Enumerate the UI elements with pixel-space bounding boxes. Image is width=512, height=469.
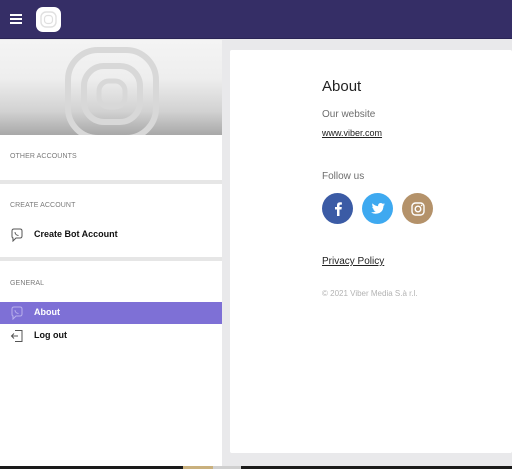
twitter-icon	[370, 202, 385, 214]
section-label-general: GENERAL	[10, 280, 45, 287]
privacy-policy-link[interactable]: Privacy Policy	[322, 256, 384, 267]
account-placeholder-icon	[65, 47, 159, 135]
page-title: About	[322, 78, 362, 95]
follow-label: Follow us	[322, 171, 365, 182]
sidebar-item-logout[interactable]: Log out	[0, 325, 222, 347]
top-bar	[0, 0, 512, 38]
instagram-button[interactable]	[402, 193, 433, 224]
sidebar-item-about[interactable]: About	[0, 302, 222, 324]
divider	[0, 257, 222, 261]
sidebar-item-label: About	[34, 307, 60, 317]
sidebar: OTHER ACCOUNTS CREATE ACCOUNT Create Bot…	[0, 40, 222, 469]
twitter-button[interactable]	[362, 193, 393, 224]
account-cover-image	[0, 40, 222, 135]
about-panel: About Our website www.viber.com Follow u…	[230, 50, 512, 453]
divider	[0, 180, 222, 184]
website-link[interactable]: www.viber.com	[322, 128, 382, 138]
account-logo-icon	[40, 11, 57, 28]
account-avatar[interactable]	[36, 7, 61, 32]
hamburger-menu-icon[interactable]	[8, 12, 24, 26]
viber-icon	[11, 306, 23, 320]
sidebar-item-label: Create Bot Account	[34, 229, 118, 239]
sidebar-item-create-bot[interactable]: Create Bot Account	[0, 224, 222, 246]
section-label-other-accounts: OTHER ACCOUNTS	[10, 153, 77, 160]
website-label: Our website	[322, 109, 376, 120]
sidebar-item-label: Log out	[34, 330, 67, 340]
facebook-icon	[334, 201, 342, 216]
instagram-icon	[410, 201, 425, 216]
section-label-create-account: CREATE ACCOUNT	[10, 202, 76, 209]
copyright-text: © 2021 Viber Media S.à r.l.	[322, 289, 418, 298]
logout-icon	[10, 330, 23, 342]
facebook-button[interactable]	[322, 193, 353, 224]
viber-icon	[11, 228, 23, 242]
